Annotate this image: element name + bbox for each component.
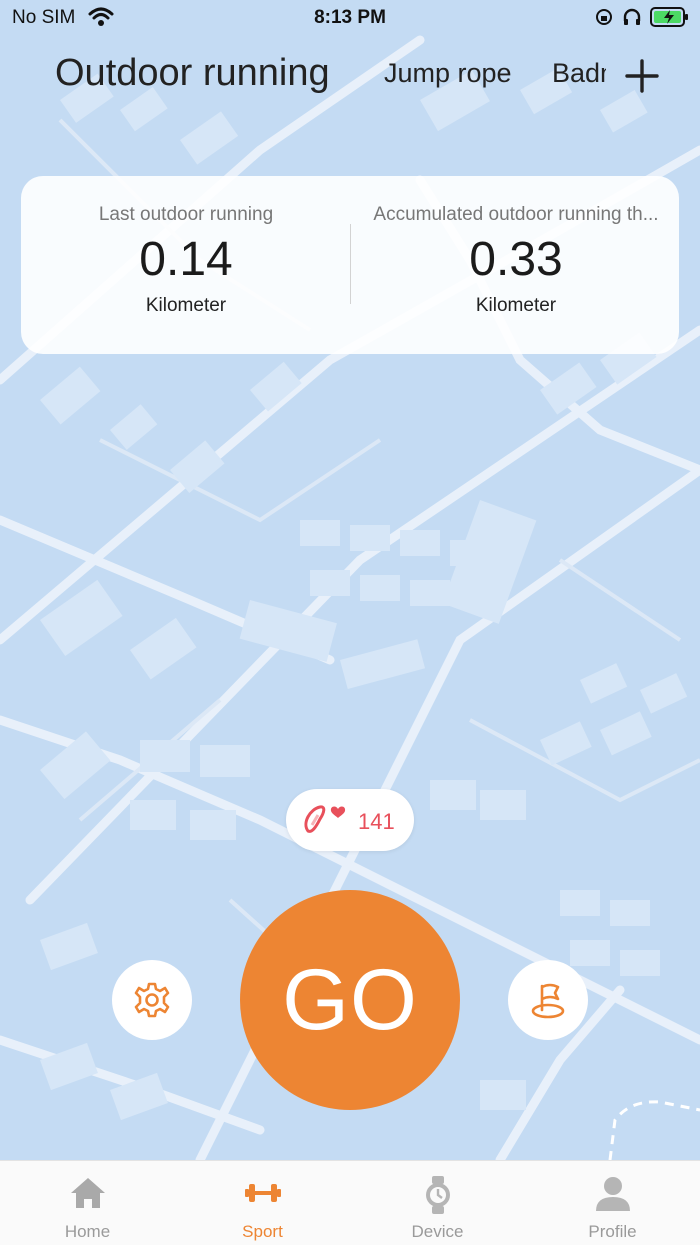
nav-device[interactable]: Device — [350, 1161, 525, 1245]
accumulated-value: 0.33 — [469, 233, 563, 286]
last-run-label: Last outdoor running — [98, 204, 274, 225]
status-right — [594, 6, 690, 33]
orientation-lock-icon — [594, 7, 614, 32]
tab-jump-rope[interactable]: Jump rope — [384, 58, 512, 89]
tab-badminton[interactable]: Badminton — [552, 58, 606, 89]
nav-sport[interactable]: Sport — [175, 1161, 350, 1245]
last-run-unit: Kilometer — [145, 295, 227, 316]
headphones-icon — [622, 7, 642, 32]
last-run-value: 0.14 — [139, 233, 233, 286]
heart-rate-value: 141 — [358, 809, 395, 834]
accumulated-label: Accumulated outdoor running th... — [373, 204, 659, 225]
route-button[interactable] — [508, 960, 588, 1040]
nav-profile-label: Profile — [588, 1222, 637, 1241]
tab-outdoor-running[interactable]: Outdoor running — [55, 52, 330, 95]
nav-sport-label: Sport — [242, 1222, 283, 1241]
go-button[interactable]: GO — [240, 890, 460, 1110]
status-bar: No SIM 8:13 PM — [0, 0, 700, 36]
sport-tabs: Outdoor running Jump rope Badminton — [0, 46, 700, 102]
accumulated-unit: Kilometer — [475, 295, 557, 316]
nav-profile[interactable]: Profile — [525, 1161, 700, 1245]
person-icon — [596, 1177, 630, 1211]
gear-icon — [134, 982, 170, 1018]
flag-icon — [531, 983, 565, 1019]
home-icon — [71, 1178, 105, 1208]
add-sport-button[interactable] — [622, 56, 662, 96]
dumbbell-icon — [245, 1184, 281, 1202]
nav-home[interactable]: Home — [0, 1161, 175, 1245]
plus-icon — [625, 59, 659, 93]
nav-home-label: Home — [64, 1222, 111, 1241]
battery-icon — [650, 6, 690, 33]
accumulated-stat: Accumulated outdoor running th... 0.33 K… — [351, 204, 681, 317]
watch-icon — [426, 1176, 450, 1214]
heart-rate-pill[interactable]: 141 — [286, 789, 414, 851]
bottom-nav: Home Sport Device Profile — [0, 1160, 700, 1245]
nav-device-label: Device — [411, 1222, 464, 1241]
last-run-stat: Last outdoor running 0.14 Kilometer — [21, 204, 351, 317]
sport-settings-button[interactable] — [112, 960, 192, 1040]
band-heart-icon — [300, 803, 348, 842]
stats-card: Last outdoor running 0.14 Kilometer Accu… — [21, 176, 679, 354]
